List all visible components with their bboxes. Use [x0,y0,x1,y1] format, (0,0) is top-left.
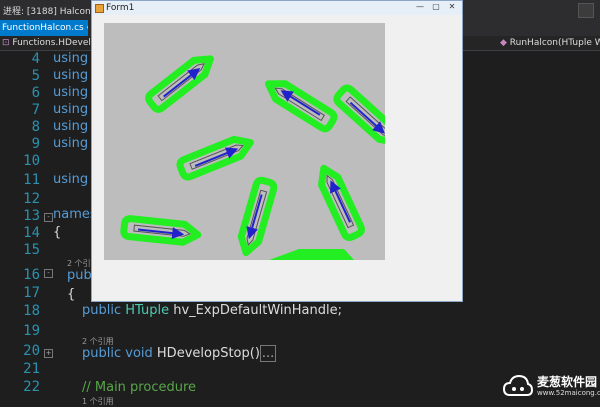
line-number: 17 [23,285,40,301]
code-using: using [53,172,89,187]
maximize-button[interactable]: ▢ [430,2,442,12]
form-app-icon [95,4,104,13]
form-title: Form1 [106,3,135,13]
class-icon: ⊡ [2,38,10,48]
pin-icon[interactable]: ⊕ [87,23,88,33]
reference-count[interactable]: 1 个引用 [82,396,114,407]
paperclip-detection-image [104,23,385,260]
close-button[interactable]: ✕ [446,2,458,12]
code-brace: { [67,287,76,302]
line-number: 7 [31,102,40,118]
paperclip [335,86,385,149]
code-using: using [53,119,89,134]
paperclip [123,218,198,244]
code-comment: // Main procedure [82,380,197,395]
line-number: 8 [31,119,40,135]
form1-window[interactable]: Form1 — ▢ ✕ [91,0,463,302]
site-watermark: 麦葱软件园 www.52maicong.com [503,371,600,403]
line-number: 6 [31,85,40,101]
line-number: 10 [23,153,40,169]
line-number: 5 [31,68,40,84]
line-number: 9 [31,136,40,152]
line-number: 20 [23,343,40,359]
watermark-brand: 麦葱软件园 [537,375,598,389]
code-using: using [53,51,89,66]
fold-toggle[interactable]: + [44,349,53,358]
paperclip [264,76,336,130]
member-dropdown[interactable]: ◆ RunHalcon(HTuple Win [500,38,600,48]
line-number: 16 [23,267,40,283]
line-number: 19 [23,323,40,339]
watermark-url: www.52maicong.com [537,389,600,397]
code-brace: { [53,225,62,240]
code-using: using [53,136,89,151]
paperclip [316,165,364,240]
line-number: 14 [23,225,40,241]
method-icon: ◆ [500,38,507,48]
halcon-image-canvas[interactable] [104,23,385,260]
paperclip [147,52,216,112]
code-method-stop: public void HDevelopStop()... [82,345,277,362]
toolbar-button[interactable] [578,3,594,18]
process-label: 进程: [3188] HalconCS [3,7,103,17]
fold-toggle[interactable]: - [44,213,53,222]
code-using: using [53,85,89,100]
line-number: 22 [23,379,40,395]
line-number: 4 [31,51,40,67]
fold-toggle[interactable]: - [44,269,53,278]
minimize-button[interactable]: — [414,2,426,12]
code-using: using [53,102,89,117]
line-number: 11 [23,172,40,188]
cloud-logo-icon [503,374,533,396]
tab-functionhalcon[interactable]: FunctionHalcon.cs ⊕ ✕ [0,20,88,36]
paperclip [178,134,253,178]
line-number: 12 [23,191,40,207]
line-number-gutter: 4 5 6 7 8 9 10 11 12 13 14 15 16 17 18 1… [0,51,48,405]
line-number: 15 [23,242,40,258]
paperclip [237,179,275,255]
code-field-declaration: public HTuple hv_ExpDefaultWinHandle; [82,303,342,318]
code-using: using [53,68,89,83]
line-number: 21 [23,361,40,377]
line-number: 18 [23,303,40,319]
collapsed-region[interactable]: ... [259,345,277,362]
line-number: 13 [23,208,40,224]
form1-title-bar[interactable]: Form1 — ▢ ✕ [92,1,462,15]
